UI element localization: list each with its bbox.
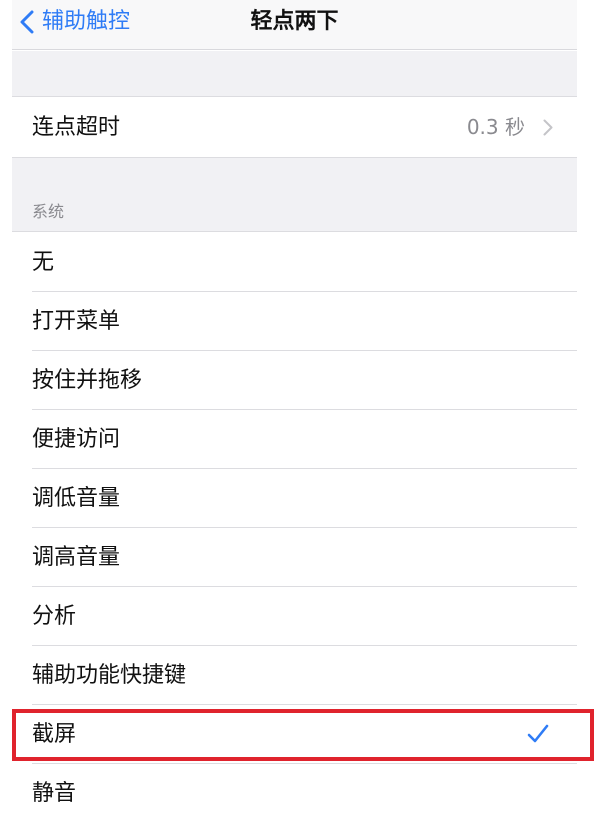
action-label: 打开菜单 bbox=[32, 309, 121, 334]
page-title: 轻点两下 bbox=[250, 9, 339, 34]
action-label: 按住并拖移 bbox=[32, 368, 143, 393]
action-row[interactable]: 无 bbox=[12, 233, 577, 292]
action-label: 分析 bbox=[32, 604, 77, 629]
action-label: 静音 bbox=[32, 781, 77, 806]
action-label: 调高音量 bbox=[32, 545, 121, 570]
action-row[interactable]: 分析 bbox=[12, 587, 577, 646]
timeout-value: 0.3 秒 bbox=[466, 115, 525, 139]
action-label: 便捷访问 bbox=[32, 427, 121, 452]
action-row[interactable]: 辅助功能快捷键 bbox=[12, 646, 577, 705]
action-row[interactable]: 打开菜单 bbox=[12, 292, 577, 351]
action-label: 无 bbox=[32, 250, 55, 275]
action-label: 截屏 bbox=[32, 722, 77, 747]
action-row[interactable]: 调低音量 bbox=[12, 469, 577, 528]
navigation-bar: 辅助触控 轻点两下 bbox=[12, 0, 577, 50]
timeout-label: 连点超时 bbox=[32, 115, 121, 140]
chevron-right-icon bbox=[543, 119, 553, 136]
checkmark-icon bbox=[527, 724, 549, 743]
action-label: 调低音量 bbox=[32, 486, 121, 511]
action-row[interactable]: 静音 bbox=[12, 764, 577, 822]
action-row[interactable]: 截屏 bbox=[12, 705, 577, 764]
action-label: 辅助功能快捷键 bbox=[32, 663, 187, 688]
timeout-row[interactable]: 连点超时 0.3 秒 bbox=[12, 98, 577, 157]
action-row[interactable]: 便捷访问 bbox=[12, 410, 577, 469]
action-row[interactable]: 按住并拖移 bbox=[12, 351, 577, 410]
action-row[interactable]: 调高音量 bbox=[12, 528, 577, 587]
section-spacer: 系统 bbox=[12, 157, 577, 232]
group-spacer bbox=[12, 51, 577, 97]
settings-sheet: 辅助触控 轻点两下 连点超时 0.3 秒 系统 无打开菜单按住并拖移便捷访问调低… bbox=[12, 0, 577, 822]
settings-screen: 辅助触控 轻点两下 连点超时 0.3 秒 系统 无打开菜单按住并拖移便捷访问调低… bbox=[0, 0, 599, 822]
section-header: 系统 bbox=[32, 202, 65, 221]
